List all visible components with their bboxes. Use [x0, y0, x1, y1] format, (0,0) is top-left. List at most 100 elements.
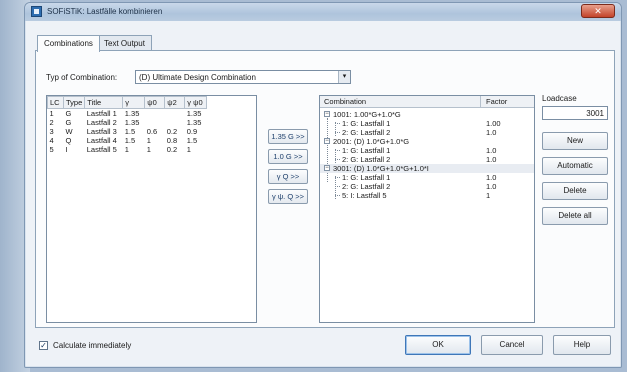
- tree-header: Combination Factor: [320, 96, 534, 108]
- tree-node-factor: 1.0: [486, 146, 497, 155]
- tree-node-label: 1: G: Lastfall 1: [342, 119, 391, 128]
- sofistik-app-icon: [31, 6, 42, 17]
- collapse-icon[interactable]: −: [324, 111, 330, 117]
- tree-node-loadcase[interactable]: 2: G: Lastfall 2 1.0: [320, 155, 534, 164]
- combination-type-label: Typ of Combination:: [46, 73, 118, 82]
- automatic-button[interactable]: Automatic: [542, 157, 608, 175]
- tree-node-loadcase[interactable]: 1: G: Lastfall 1 1.0: [320, 146, 534, 155]
- column-header-factor[interactable]: Factor: [486, 97, 507, 106]
- cell-psi0: 0.6: [146, 127, 158, 136]
- collapse-icon[interactable]: −: [324, 138, 330, 144]
- add-gamma-psi-q-button[interactable]: γ ψ. Q >>: [268, 189, 308, 204]
- calculate-immediately-checkbox[interactable]: ✓: [39, 341, 48, 350]
- delete-all-button[interactable]: Delete all: [542, 207, 608, 225]
- tree-node-loadcase[interactable]: 1: G: Lastfall 1 1.00: [320, 119, 534, 128]
- cell-gamma-psi0: 1.5: [186, 136, 198, 145]
- cancel-button[interactable]: Cancel: [481, 335, 543, 355]
- tree-node-combination-selected[interactable]: − 3001: (D) 1.0*G+1.0*G+1.0*I: [320, 164, 534, 173]
- new-button[interactable]: New: [542, 132, 608, 150]
- table-row[interactable]: 3 W Lastfall 3 1.5 0.6 0.2 0.9: [48, 127, 207, 136]
- collapse-icon[interactable]: −: [324, 165, 330, 171]
- cell-title: Lastfall 1: [86, 109, 117, 118]
- tree-node-combination[interactable]: − 2001: (D) 1.0*G+1.0*G: [320, 137, 534, 146]
- column-header-lc[interactable]: LC: [47, 96, 64, 109]
- calculate-immediately-label[interactable]: Calculate immediately: [53, 341, 131, 350]
- loadcase-table[interactable]: LC Type Title γ ψ0 ψ2 γ ψ0 1 G Lastfall …: [46, 95, 257, 323]
- cell-psi0: [145, 109, 165, 119]
- tree-node-loadcase[interactable]: 1: G: Lastfall 1 1.0: [320, 173, 534, 182]
- tree-node-label: 2001: (D) 1.0*G+1.0*G: [333, 137, 410, 146]
- table-row[interactable]: 5 I Lastfall 5 1 1 0.2 1: [48, 145, 207, 154]
- cell-title: Lastfall 5: [86, 145, 117, 154]
- cell-title: Lastfall 3: [86, 127, 117, 136]
- tree-node-loadcase[interactable]: 2: G: Lastfall 2 1.0: [320, 182, 534, 191]
- tree-node-label: 2: G: Lastfall 2: [342, 182, 391, 191]
- cell-type: Q: [65, 136, 72, 145]
- add-1-35-g-button[interactable]: 1.35 G >>: [268, 129, 308, 144]
- column-header-combination[interactable]: Combination: [324, 97, 366, 106]
- close-button[interactable]: ✕: [581, 4, 615, 18]
- column-header-title[interactable]: Title: [84, 96, 124, 109]
- cell-psi2: 0.2: [166, 127, 178, 136]
- tree-node-loadcase[interactable]: 2: G: Lastfall 2 1.0: [320, 128, 534, 137]
- cell-lc: 2: [49, 118, 54, 127]
- tree-node-factor: 1.0: [486, 155, 497, 164]
- tree-node-label: 1: G: Lastfall 1: [342, 146, 391, 155]
- cell-psi0: [145, 118, 165, 127]
- cell-type: I: [65, 145, 68, 154]
- cell-title: Lastfall 2: [86, 118, 117, 127]
- cell-psi2: 0.8: [166, 136, 178, 145]
- table-row[interactable]: 2 G Lastfall 2 1.35 1.35: [48, 118, 207, 127]
- table-row[interactable]: 1 G Lastfall 1 1.35 1.35: [48, 109, 207, 119]
- tab-text-output[interactable]: Text Output: [97, 35, 152, 51]
- tree-node-factor: 1: [486, 191, 491, 200]
- combination-tree[interactable]: Combination Factor − 1001: 1.00*G+1.0*G …: [319, 95, 535, 323]
- cell-gamma: 1.5: [124, 127, 136, 136]
- tree-node-label: 5: I: Lastfall 5: [342, 191, 387, 200]
- tree-node-loadcase[interactable]: 5: I: Lastfall 5 1: [320, 191, 534, 200]
- add-1-0-g-button[interactable]: 1.0 G >>: [268, 149, 308, 164]
- column-header-type[interactable]: Type: [62, 96, 86, 109]
- tree-node-factor: 1.0: [486, 173, 497, 182]
- delete-button[interactable]: Delete: [542, 182, 608, 200]
- loadcase-input[interactable]: 3001: [542, 106, 608, 120]
- window-title: SOFiSTiK: Lastfälle kombinieren: [47, 7, 163, 16]
- cell-gamma-psi0: 1.35: [186, 118, 202, 127]
- dialog-window: SOFiSTiK: Lastfälle kombinieren ✕ Combin…: [24, 2, 622, 368]
- tree-node-combination[interactable]: − 1001: 1.00*G+1.0*G: [320, 110, 534, 119]
- cell-psi0: 1: [146, 136, 151, 145]
- title-bar[interactable]: SOFiSTiK: Lastfälle kombinieren ✕: [25, 3, 621, 21]
- cell-type: G: [65, 118, 72, 127]
- tree-node-label: 2: G: Lastfall 2: [342, 128, 391, 137]
- add-gamma-q-button[interactable]: γ Q >>: [268, 169, 308, 184]
- help-button[interactable]: Help: [553, 335, 611, 355]
- cell-psi2: [165, 118, 185, 127]
- column-header-psi2[interactable]: ψ2: [164, 96, 186, 109]
- cell-type: G: [65, 109, 72, 118]
- cell-gamma: 1.5: [124, 136, 136, 145]
- column-header-gamma-psi0[interactable]: γ ψ0: [184, 96, 208, 109]
- cell-psi2: [165, 109, 185, 119]
- column-header-psi0[interactable]: ψ0: [144, 96, 166, 109]
- cell-lc: 3: [49, 127, 54, 136]
- combination-type-select[interactable]: (D) Ultimate Design Combination ▾: [135, 70, 351, 84]
- cell-type: W: [65, 127, 73, 136]
- tab-combinations[interactable]: Combinations: [37, 35, 100, 52]
- table-header-row: LC Type Title γ ψ0 ψ2 γ ψ0: [47, 96, 208, 109]
- table-row[interactable]: 4 Q Lastfall 4 1.5 1 0.8 1.5: [48, 136, 207, 145]
- combinations-panel: Typ of Combination: (D) Ultimate Design …: [35, 50, 615, 328]
- combination-type-value: (D) Ultimate Design Combination: [139, 73, 256, 82]
- cell-psi0: 1: [146, 145, 151, 154]
- column-header-gamma[interactable]: γ: [122, 96, 146, 109]
- cell-gamma: 1.35: [124, 109, 140, 118]
- ok-button[interactable]: OK: [405, 335, 471, 355]
- loadcase-label: Loadcase: [542, 94, 577, 103]
- tree-node-label: 2: G: Lastfall 2: [342, 155, 391, 164]
- tree-node-label: 1: G: Lastfall 1: [342, 173, 391, 182]
- cell-lc: 4: [49, 136, 54, 145]
- tree-node-factor: 1.00: [486, 119, 501, 128]
- cell-gamma-psi0: 1.35: [186, 109, 202, 118]
- cell-title: Lastfall 4: [86, 136, 117, 145]
- chevron-down-icon[interactable]: ▾: [338, 71, 350, 83]
- cell-lc: 5: [49, 145, 54, 154]
